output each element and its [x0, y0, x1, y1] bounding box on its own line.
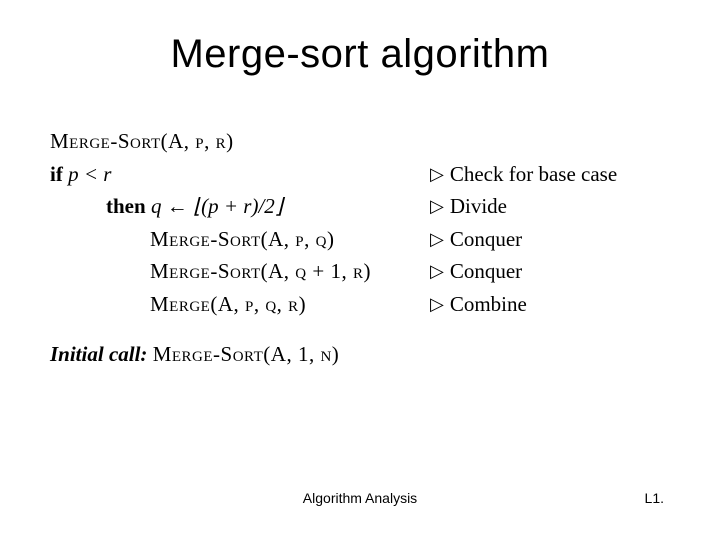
spacer [30, 320, 690, 338]
call3-row: Merge(A, p, q, r) ▷Combine [30, 288, 690, 321]
comment-text: Conquer [450, 259, 522, 283]
initial-call-row: Initial call: Merge-Sort(A, 1, n) [30, 338, 690, 371]
call3-line: Merge(A, p, q, r) [30, 288, 430, 321]
comment-3: ▷Conquer [430, 223, 690, 256]
call1-row: Merge-Sort(A, p, q) ▷Conquer [30, 223, 690, 256]
then-keyword: then [106, 194, 146, 218]
comment-5: ▷Combine [430, 288, 690, 321]
slide: Merge-sort algorithm Merge-Sort(A, p, r)… [0, 0, 720, 540]
call1-line: Merge-Sort(A, p, q) [30, 223, 430, 256]
triangle-icon: ▷ [430, 291, 444, 319]
comment-4: ▷Conquer [430, 255, 690, 288]
then-row: then q ← ⌊(p + r)/2⌋ ▷Divide [30, 190, 690, 223]
slide-footer: Algorithm Analysis L1. [0, 490, 720, 506]
call2-row: Merge-Sort(A, q + 1, r) ▷Conquer [30, 255, 690, 288]
if-condition: p < r [63, 162, 112, 186]
call3-text: Merge(A, p, q, r) [150, 292, 306, 316]
comment-text: Divide [450, 194, 507, 218]
proc-header-row: Merge-Sort(A, p, r) [30, 125, 690, 158]
call1-text: Merge-Sort(A, p, q) [150, 227, 334, 251]
footer-center: Algorithm Analysis [303, 490, 417, 506]
comment-text: Check for base case [450, 162, 617, 186]
triangle-icon: ▷ [430, 226, 444, 254]
triangle-icon: ▷ [430, 161, 444, 189]
triangle-icon: ▷ [430, 193, 444, 221]
initial-call: Initial call: Merge-Sort(A, 1, n) [30, 338, 430, 371]
if-line: if p < r [30, 158, 430, 191]
comment-text: Combine [450, 292, 527, 316]
pseudocode-block: Merge-Sort(A, p, r) if p < r ▷Check for … [30, 125, 690, 371]
comment-2: ▷Divide [430, 190, 690, 223]
proc-header: Merge-Sort(A, p, r) [30, 125, 430, 158]
empty-comment [430, 125, 690, 158]
comment-text: Conquer [450, 227, 522, 251]
footer-right: L1. [645, 490, 664, 506]
call2-text: Merge-Sort(A, q + 1, r) [150, 259, 371, 283]
initial-label: Initial call: [50, 342, 147, 366]
proc-signature: Merge-Sort(A, p, r) [50, 129, 234, 153]
then-line: then q ← ⌊(p + r)/2⌋ [30, 190, 430, 223]
initial-call-text: Merge-Sort(A, 1, n) [153, 342, 340, 366]
if-keyword: if [50, 162, 63, 186]
page-title: Merge-sort algorithm [30, 32, 690, 77]
comment-1: ▷Check for base case [430, 158, 690, 191]
assign-expr: q ← ⌊(p + r)/2⌋ [146, 194, 283, 218]
triangle-icon: ▷ [430, 258, 444, 286]
if-row: if p < r ▷Check for base case [30, 158, 690, 191]
call2-line: Merge-Sort(A, q + 1, r) [30, 255, 430, 288]
empty-comment [430, 338, 690, 371]
